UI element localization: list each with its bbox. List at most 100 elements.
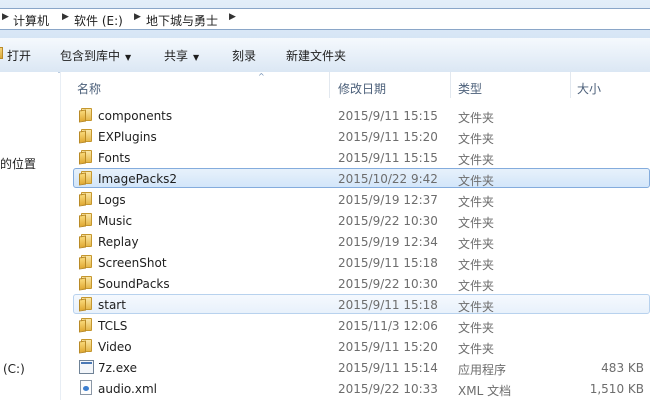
column-separator[interactable]: [570, 72, 571, 98]
folder-icon: [79, 234, 93, 249]
file-date: 2015/9/11 15:18: [338, 256, 438, 270]
file-date: 2015/9/19 12:34: [338, 235, 438, 249]
column-type-header[interactable]: 类型: [458, 80, 482, 97]
column-separator[interactable]: [329, 72, 330, 98]
breadcrumb-chevron-icon[interactable]: ▶: [62, 12, 69, 22]
open-icon: [0, 47, 3, 59]
breadcrumb-item-drive[interactable]: 软件 (E:): [74, 12, 123, 29]
folder-icon: [79, 339, 93, 354]
folder-icon: [79, 297, 93, 312]
file-type: 文件夹: [458, 300, 495, 314]
file-row[interactable]: Replay 2015/9/19 12:34 文件夹: [61, 231, 650, 252]
file-date: 2015/9/11 15:14: [338, 361, 438, 375]
file-type: 文件夹: [458, 342, 495, 356]
column-separator[interactable]: [450, 72, 451, 98]
file-row[interactable]: TCLS 2015/11/3 12:06 文件夹: [61, 315, 650, 336]
file-size: 1,510 KB: [589, 382, 644, 396]
folder-icon: [79, 108, 93, 123]
file-name: SoundPacks: [98, 277, 170, 291]
breadcrumb-chevron-icon[interactable]: ▶: [134, 12, 141, 22]
file-type: 文件夹: [458, 132, 495, 146]
file-row[interactable]: ScreenShot 2015/9/11 15:18 文件夹: [61, 252, 650, 273]
file-size: 483 KB: [601, 361, 644, 375]
file-name: Fonts: [98, 151, 131, 165]
breadcrumb-chevron-icon[interactable]: ▶: [229, 12, 236, 22]
file-row[interactable]: EXPlugins 2015/9/11 15:20 文件夹: [61, 126, 650, 147]
burn-button[interactable]: 刻录: [232, 47, 256, 64]
file-type: XML 文档: [458, 384, 512, 398]
folder-icon: [79, 150, 93, 165]
file-date: 2015/9/11 15:20: [338, 340, 438, 354]
file-type: 文件夹: [458, 258, 495, 272]
file-type: 文件夹: [458, 111, 495, 125]
column-header: ^ 名称 修改日期 类型 大小: [61, 72, 650, 98]
folder-icon: [79, 171, 93, 186]
file-type: 文件夹: [458, 216, 495, 230]
folder-icon: [79, 192, 93, 207]
sort-ascending-icon: ^: [258, 72, 265, 81]
command-bar: 打开 包含到库中 ▼ 共享 ▼ 刻录 新建文件夹: [0, 38, 650, 73]
file-date: 2015/9/11 15:18: [338, 298, 438, 312]
file-type: 应用程序: [458, 363, 507, 377]
breadcrumb-chevron-icon[interactable]: ▶: [2, 12, 9, 22]
column-date-header[interactable]: 修改日期: [338, 80, 386, 97]
chevron-down-icon: ▼: [125, 53, 132, 62]
chevron-down-icon: ▼: [193, 53, 200, 62]
file-date: 2015/9/22 10:30: [338, 277, 438, 291]
file-row[interactable]: Video 2015/9/11 15:20 文件夹: [61, 336, 650, 357]
breadcrumb[interactable]: ▶ 计算机 ▶ 软件 (E:) ▶ 地下城与勇士 ▶: [0, 8, 650, 30]
folder-icon: [79, 255, 93, 270]
file-name: Music: [98, 214, 133, 228]
address-bar: ▶ 计算机 ▶ 软件 (E:) ▶ 地下城与勇士 ▶: [0, 0, 650, 38]
file-date: 2015/9/11 15:15: [338, 151, 438, 165]
file-name: Video: [98, 340, 132, 354]
nav-item-drive-c[interactable]: (C:): [3, 362, 25, 376]
exe-icon: [79, 360, 94, 374]
file-name: 7z.exe: [98, 361, 138, 375]
file-date: 2015/10/22 9:42: [338, 172, 438, 186]
file-name: TCLS: [98, 319, 128, 333]
file-name: ImagePacks2: [98, 172, 178, 186]
column-size-header[interactable]: 大小: [577, 80, 601, 97]
file-type: 文件夹: [458, 195, 495, 209]
file-row[interactable]: start 2015/9/11 15:18 文件夹: [61, 294, 650, 315]
file-name: Replay: [98, 235, 139, 249]
file-name: audio.xml: [98, 382, 157, 396]
open-button[interactable]: 打开: [7, 47, 31, 64]
folder-icon: [79, 213, 93, 228]
file-row[interactable]: Logs 2015/9/19 12:37 文件夹: [61, 189, 650, 210]
file-row[interactable]: audio.xml 2015/9/22 10:33 XML 文档 1,510 KB: [61, 378, 650, 399]
file-row[interactable]: Fonts 2015/9/11 15:15 文件夹: [61, 147, 650, 168]
file-type: 文件夹: [458, 237, 495, 251]
breadcrumb-item-folder[interactable]: 地下城与勇士: [146, 12, 218, 29]
file-row[interactable]: Music 2015/9/22 10:30 文件夹: [61, 210, 650, 231]
file-name: start: [98, 298, 126, 312]
include-library-label: 包含到库中: [60, 49, 121, 63]
folder-icon: [79, 276, 93, 291]
file-row[interactable]: 7z.exe 2015/9/11 15:14 应用程序 483 KB: [61, 357, 650, 378]
folder-icon: [79, 129, 93, 144]
share-label: 共享: [164, 49, 189, 63]
share-button[interactable]: 共享 ▼: [164, 47, 199, 64]
file-date: 2015/9/22 10:33: [338, 382, 438, 396]
file-type: 文件夹: [458, 279, 495, 293]
include-library-button[interactable]: 包含到库中 ▼: [60, 47, 131, 64]
column-name-header[interactable]: 名称: [77, 80, 101, 97]
file-row[interactable]: ImagePacks2 2015/10/22 9:42 文件夹: [61, 168, 650, 189]
file-date: 2015/9/19 12:37: [338, 193, 438, 207]
navigation-pane: 的位置 (C:): [0, 72, 58, 400]
nav-item-recent-places[interactable]: 的位置: [0, 155, 36, 172]
file-name: ScreenShot: [98, 256, 167, 270]
file-type: 文件夹: [458, 321, 495, 335]
file-row[interactable]: components 2015/9/11 15:15 文件夹: [61, 105, 650, 126]
file-date: 2015/11/3 12:06: [338, 319, 438, 333]
breadcrumb-item-computer[interactable]: 计算机: [13, 12, 49, 29]
file-date: 2015/9/11 15:15: [338, 109, 438, 123]
file-row[interactable]: SoundPacks 2015/9/22 10:30 文件夹: [61, 273, 650, 294]
file-type: 文件夹: [458, 174, 495, 188]
file-type: 文件夹: [458, 153, 495, 167]
file-name: components: [98, 109, 173, 123]
new-folder-button[interactable]: 新建文件夹: [286, 47, 346, 64]
file-name: Logs: [98, 193, 126, 207]
folder-icon: [79, 318, 93, 333]
